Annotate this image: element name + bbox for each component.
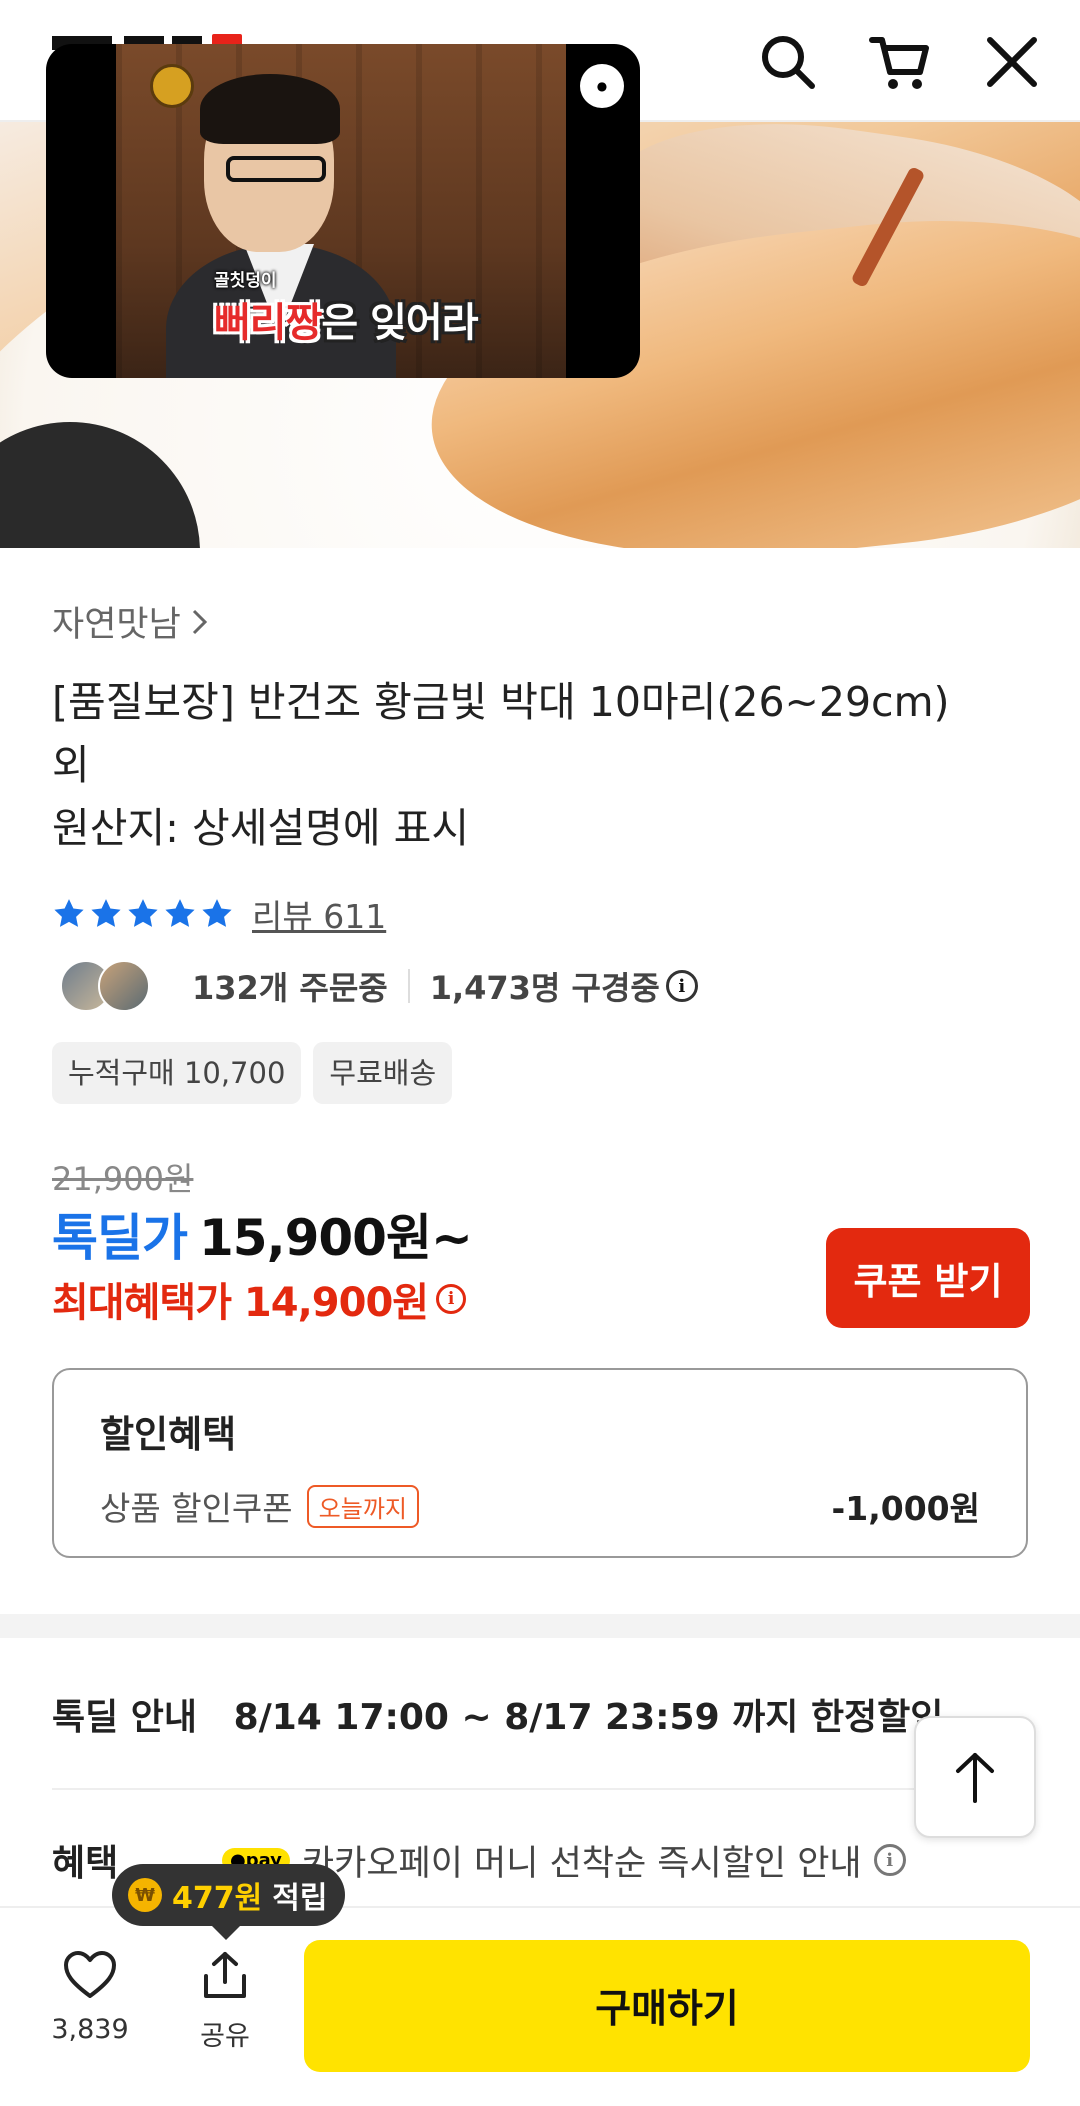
share-label: 공유 bbox=[200, 2021, 250, 2052]
max-benefit-price: 최대혜택가 14,900원 bbox=[52, 1280, 429, 1326]
tag-cumulative-purchases: 누적구매 10,700 bbox=[52, 1042, 302, 1104]
star-icon bbox=[91, 899, 121, 927]
points-suffix: 적립 bbox=[272, 1881, 328, 1916]
coupon-button[interactable]: 쿠폰 받기 bbox=[826, 1228, 1030, 1328]
discount-benefits-box: 할인혜택 상품 할인쿠폰 오늘까지 -1,000원 bbox=[52, 1368, 1028, 1558]
today-only-badge: 오늘까지 bbox=[306, 1484, 419, 1528]
arrow-up-icon bbox=[956, 1753, 994, 1803]
max-benefit-row: 최대혜택가 14,900원 i bbox=[52, 1270, 467, 1328]
orders-count: 132개 주문중 bbox=[192, 969, 388, 1007]
info-icon[interactable]: i bbox=[436, 1284, 467, 1314]
points-amount: 477원 bbox=[172, 1881, 263, 1916]
deal-info-row: 톡딜 안내 8/14 17:00 ~ 8/17 23:59 까지 한정할인 bbox=[52, 1688, 943, 1740]
coin-icon: ₩ bbox=[128, 1878, 162, 1912]
star-icon bbox=[54, 899, 84, 927]
divider bbox=[407, 969, 410, 1003]
cart-icon[interactable] bbox=[868, 30, 932, 94]
chevron-right-icon bbox=[192, 609, 207, 634]
heart-icon bbox=[64, 1951, 116, 1998]
deal-price-row: 톡딜가 15,900원~ bbox=[52, 1198, 473, 1270]
buy-button[interactable]: 구매하기 bbox=[304, 1940, 1030, 2072]
divider bbox=[52, 1788, 922, 1790]
star-icon bbox=[128, 899, 158, 927]
deal-period: 8/14 17:00 ~ 8/17 23:59 까지 한정할인 bbox=[233, 1697, 944, 1738]
channel-logo: ● bbox=[580, 64, 624, 108]
search-icon[interactable] bbox=[756, 30, 820, 94]
discount-title: 할인혜택 bbox=[100, 1413, 237, 1456]
discount-amount: -1,000원 bbox=[831, 1489, 980, 1528]
share-button[interactable]: 공유 bbox=[165, 1950, 285, 2053]
deal-label: 톡딜가 bbox=[52, 1209, 188, 1267]
product-title: [품질보장] 반건조 황금빛 박대 10마리(26~29cm) 외 원산지: 상… bbox=[52, 678, 950, 852]
review-link[interactable]: 리뷰 611 bbox=[252, 890, 386, 938]
rating: 리뷰 611 bbox=[52, 890, 386, 938]
info-icon[interactable]: i bbox=[665, 970, 698, 1002]
points-tooltip: ₩ 477원 적립 bbox=[112, 1864, 346, 1940]
share-icon bbox=[204, 1952, 246, 1998]
deal-info-label: 톡딜 안내 bbox=[52, 1697, 198, 1738]
floating-video-player[interactable]: ● 골칫덩이 뻐리짱은 잊어라 bbox=[46, 44, 640, 378]
buyer-avatars bbox=[60, 960, 152, 1012]
discount-item-label: 상품 할인쿠폰 bbox=[100, 1489, 293, 1528]
like-count: 3,839 bbox=[51, 2014, 129, 2045]
discount-item: 상품 할인쿠폰 오늘까지 bbox=[100, 1482, 419, 1530]
tag-free-shipping: 무료배송 bbox=[313, 1042, 453, 1104]
brand-link[interactable]: 자연맛남 bbox=[52, 596, 1028, 647]
activity-row: 132개 주문중 1,473명 구경중 i bbox=[60, 960, 698, 1012]
section-divider bbox=[0, 1614, 1080, 1638]
video-subtitle-small: 골칫덩이 bbox=[214, 271, 277, 291]
video-subtitle: 뻐리짱은 잊어라 bbox=[214, 300, 479, 346]
star-rating bbox=[52, 897, 234, 931]
brand-name: 자연맛남 bbox=[52, 605, 181, 645]
star-icon bbox=[202, 899, 232, 927]
original-price: 21,900원 bbox=[52, 1160, 194, 1198]
like-button[interactable]: 3,839 bbox=[30, 1950, 150, 2045]
product-tags: 누적구매 10,700 무료배송 bbox=[52, 1042, 453, 1104]
star-icon bbox=[165, 899, 195, 927]
viewers-count: 1,473명 구경중 bbox=[429, 969, 660, 1007]
benefit-text: 카카오페이 머니 선착순 즉시할인 안내 bbox=[301, 1843, 862, 1884]
scroll-to-top-button[interactable] bbox=[914, 1716, 1036, 1838]
info-icon[interactable]: i bbox=[873, 1844, 906, 1876]
deal-price: 15,900원~ bbox=[199, 1209, 473, 1267]
close-icon[interactable] bbox=[980, 30, 1044, 94]
